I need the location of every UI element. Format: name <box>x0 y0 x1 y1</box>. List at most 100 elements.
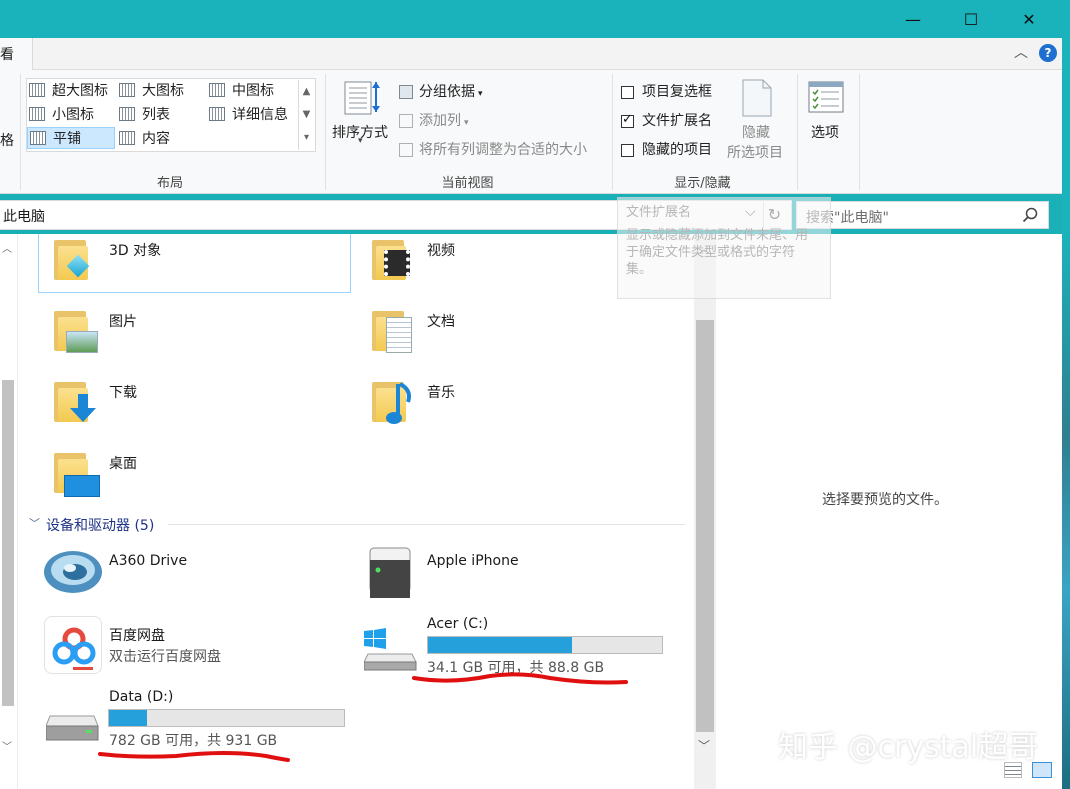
3d-objects-folder-icon <box>50 236 96 282</box>
documents-folder-icon <box>368 307 414 353</box>
nav-scroll-up-icon[interactable]: ︿ <box>2 240 12 255</box>
devices-section-header[interactable]: 设备和驱动器 (5) <box>46 515 154 535</box>
videos-folder-icon <box>368 236 414 282</box>
large-icons-icon <box>119 83 135 97</box>
gallery-down-icon: ▼ <box>302 109 311 120</box>
address-path[interactable]: 此电脑 <box>3 206 45 226</box>
tooltip-body: 显示或隐藏添加到文件末尾、用于确定文件类型或格式的字符集。 <box>626 228 809 277</box>
drive-c-usage-bar <box>427 636 663 654</box>
item-checkboxes-toggle[interactable]: 项目复选框 <box>621 81 712 101</box>
sort-by-icon <box>344 80 380 116</box>
tooltip-title: 文件扩展名 <box>626 205 692 220</box>
ribbon-cut-label: 格 <box>0 133 14 149</box>
layout-large-icons[interactable]: 大图标 <box>119 79 184 101</box>
current-view-group-label: 当前视图 <box>441 176 494 191</box>
file-extensions-toggle[interactable]: 文件扩展名 <box>621 110 712 130</box>
content-icon <box>119 131 135 145</box>
folder-label: 图片 <box>109 314 137 330</box>
ribbon-separator <box>20 74 21 190</box>
list-icon <box>119 107 135 121</box>
scroll-thumb[interactable] <box>696 320 714 732</box>
folder-label: 文档 <box>427 314 455 330</box>
drive-label: Acer (C:) <box>427 616 489 632</box>
windows-drive-icon <box>363 628 418 672</box>
layout-extra-large-icons[interactable]: 超大图标 <box>29 79 108 101</box>
details-view-icon[interactable] <box>1004 762 1022 778</box>
minimize-button[interactable]: — <box>884 0 942 38</box>
large-icons-view-icon[interactable] <box>1032 762 1052 778</box>
add-columns-icon <box>399 114 413 128</box>
device-label: Apple iPhone <box>427 553 519 569</box>
gallery-more-icon: ▾ <box>303 132 310 143</box>
hide-selected-icon <box>741 78 773 118</box>
a360-drive-icon <box>42 546 104 596</box>
scroll-down-icon[interactable]: ﹀ <box>698 737 710 754</box>
layout-tiles[interactable]: 平铺 <box>27 127 115 149</box>
maximize-button[interactable]: ☐ <box>942 0 1000 38</box>
extra-large-icons-icon <box>29 83 45 97</box>
folder-label: 视频 <box>427 243 455 259</box>
file-extensions-checkbox[interactable] <box>621 112 634 128</box>
close-button[interactable]: ✕ <box>1000 0 1058 38</box>
tiles-icon <box>30 131 46 145</box>
nav-scroll-down-icon[interactable]: ﹀ <box>2 738 12 753</box>
options-button[interactable]: 选项 <box>811 122 839 142</box>
red-underline-d <box>98 751 290 762</box>
nav-scroll-thumb[interactable] <box>2 380 14 706</box>
drive-d-usage-fill <box>109 710 147 726</box>
small-icons-icon <box>29 107 45 121</box>
gallery-up-icon: ▲ <box>302 86 311 97</box>
drive-c-usage-fill <box>428 637 573 653</box>
help-icon[interactable]: ? <box>1039 44 1057 62</box>
tab-view-label: 看 <box>0 47 14 63</box>
hide-selected-line2[interactable]: 所选项目 <box>727 142 783 162</box>
collapse-ribbon-icon[interactable]: ︿ <box>1014 42 1028 62</box>
add-columns-button[interactable]: 添加列 ▾ <box>399 110 469 130</box>
desktop-folder-icon <box>50 449 100 497</box>
search-icon[interactable] <box>1022 207 1038 223</box>
folder-label: 桌面 <box>109 456 137 472</box>
folder-label: 音乐 <box>427 385 455 401</box>
hidden-items-toggle[interactable]: 隐藏的项目 <box>621 139 712 159</box>
tab-view[interactable]: 看 <box>0 38 33 71</box>
ribbon-separator <box>859 74 860 190</box>
hide-selected-line1[interactable]: 隐藏 <box>742 122 770 142</box>
ribbon-separator <box>325 74 326 190</box>
group-by-dropdown-icon: ▾ <box>478 89 483 99</box>
device-sublabel: 双击运行百度网盘 <box>109 649 221 665</box>
item-checkboxes-checkbox[interactable] <box>621 85 634 99</box>
layout-content[interactable]: 内容 <box>119 127 170 149</box>
show-hide-group-label: 显示/隐藏 <box>674 176 731 191</box>
baidu-netdisk-icon <box>44 616 102 674</box>
layout-group-label: 布局 <box>156 176 183 191</box>
section-collapse-icon[interactable]: ﹀ <box>29 515 40 531</box>
preview-pane <box>716 234 1062 789</box>
layout-details[interactable]: 详细信息 <box>209 103 288 125</box>
folder-label: 3D 对象 <box>109 243 162 259</box>
layout-gallery-scroll[interactable]: ▲ ▼ ▾ <box>298 80 314 150</box>
drive-d-icon <box>45 714 100 744</box>
pictures-folder-icon <box>50 307 98 353</box>
group-by-icon <box>399 85 413 99</box>
red-underline-c <box>412 672 628 685</box>
size-all-columns-button[interactable]: 将所有列调整为合适的大小 <box>399 139 587 159</box>
folder-label: 下载 <box>109 385 137 401</box>
layout-small-icons[interactable]: 小图标 <box>29 103 94 125</box>
preview-empty-text: 选择要预览的文件。 <box>822 492 948 508</box>
group-by-button[interactable]: 分组依据 ▾ <box>399 81 483 101</box>
minimize-icon: — <box>905 9 921 29</box>
ribbon-separator <box>797 74 798 190</box>
iphone-device-icon <box>368 546 412 600</box>
music-folder-icon <box>368 378 414 424</box>
ribbon-separator <box>612 74 613 190</box>
drive-d-usage-bar <box>108 709 345 727</box>
drive-label: Data (D:) <box>109 689 174 705</box>
hidden-items-checkbox[interactable] <box>621 143 634 157</box>
device-label: 百度网盘 <box>109 628 165 644</box>
sort-dropdown-icon: ▾ <box>358 136 363 146</box>
layout-list[interactable]: 列表 <box>119 103 170 125</box>
layout-medium-icons[interactable]: 中图标 <box>209 79 274 101</box>
downloads-folder-icon <box>50 378 96 424</box>
close-icon: ✕ <box>1022 9 1036 29</box>
ribbon-tab-row <box>0 38 1062 70</box>
